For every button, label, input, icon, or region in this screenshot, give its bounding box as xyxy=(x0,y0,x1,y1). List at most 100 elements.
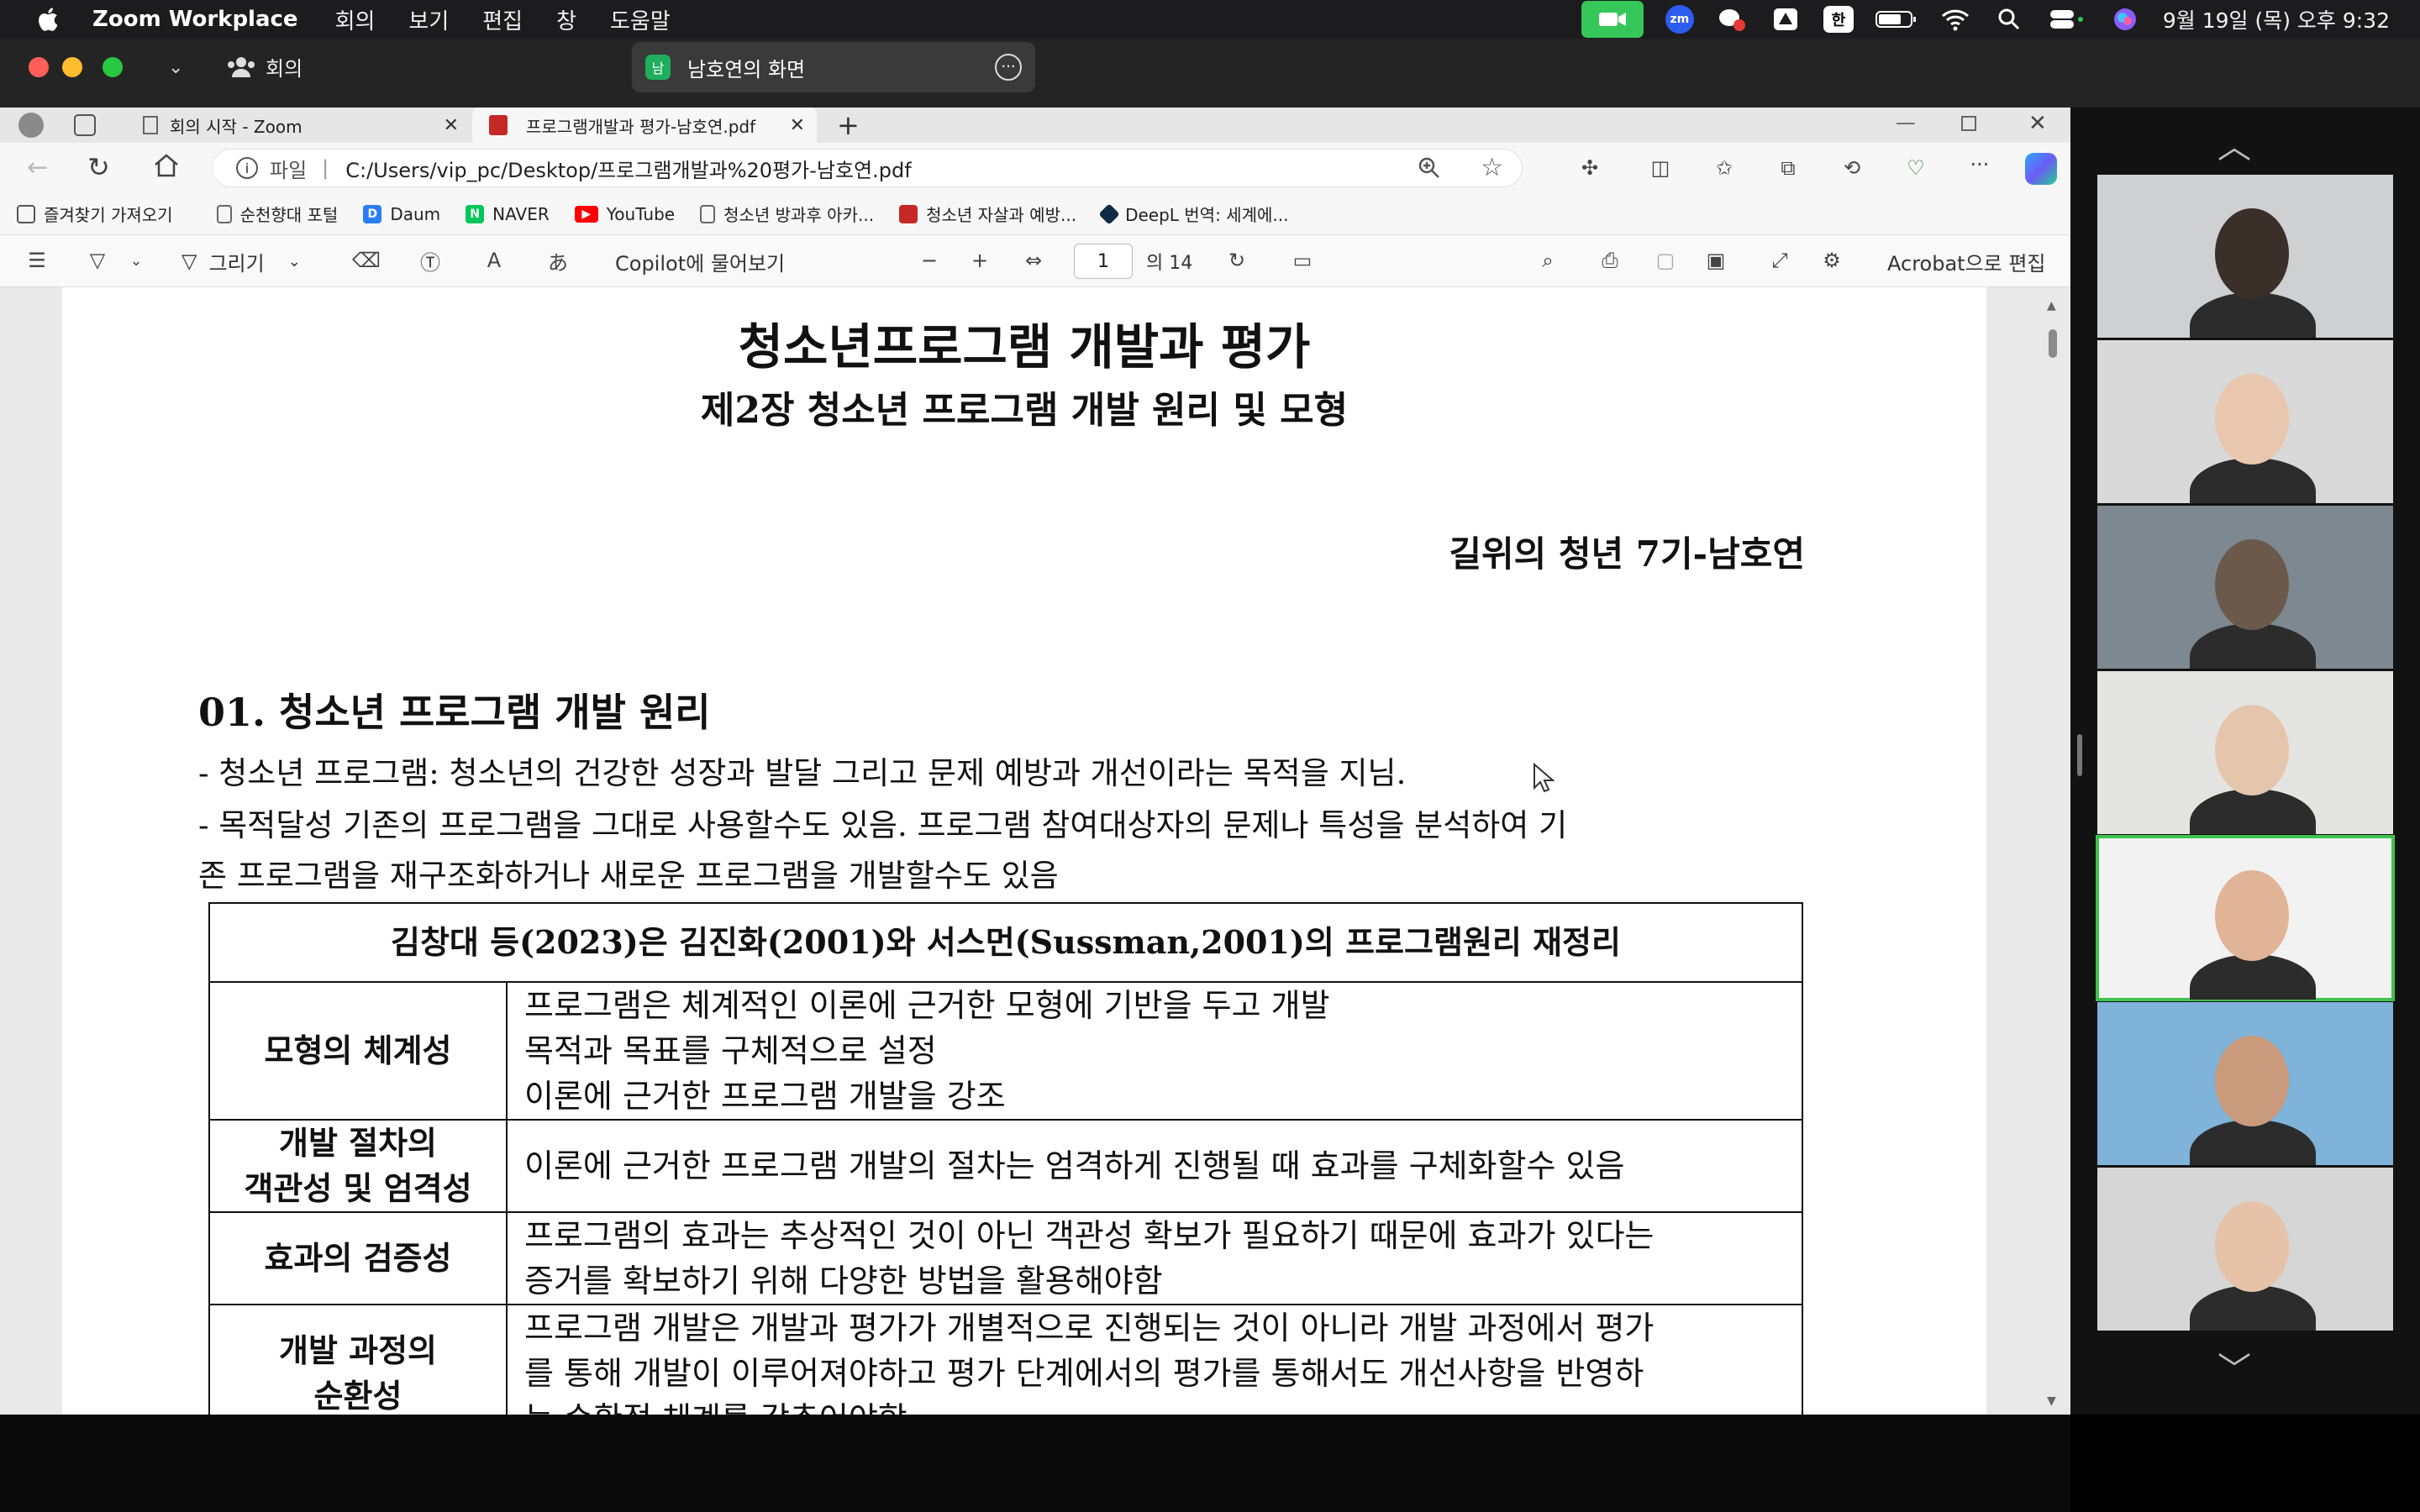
workspaces-icon[interactable] xyxy=(74,114,96,136)
participant-video-tile[interactable] xyxy=(2097,1168,2393,1331)
pdf-scrollbar[interactable]: ▲ ▼ xyxy=(2045,299,2060,1408)
zoom-video-status-icon[interactable] xyxy=(1581,1,1644,38)
battery-icon[interactable] xyxy=(1875,6,1918,33)
text-box-icon[interactable]: Ⓣ xyxy=(417,247,444,275)
rotate-icon[interactable]: ↻ xyxy=(1223,247,1250,274)
participant-video-tile[interactable] xyxy=(2097,175,2393,338)
chevron-down-icon[interactable]: ⌄ xyxy=(123,247,150,274)
window-close-button[interactable] xyxy=(29,57,49,77)
zoom-out-icon[interactable]: − xyxy=(916,247,943,274)
favorite-item[interactable]: 청소년 방과후 아카... xyxy=(700,202,874,226)
spotlight-search-icon[interactable] xyxy=(1993,6,2025,33)
participant-silhouette xyxy=(2190,789,2316,834)
control-center-icon[interactable] xyxy=(2047,6,2087,33)
collections-icon[interactable]: ⧉ xyxy=(1775,155,1802,181)
restore-icon[interactable] xyxy=(1961,116,1976,131)
page-number-input[interactable]: 1 xyxy=(1074,244,1133,279)
gear-icon[interactable]: ⚙ xyxy=(1818,247,1845,274)
wechat-icon[interactable] xyxy=(1716,6,1748,33)
menubar-clock[interactable]: 9월 19일 (목) 오후 9:32 xyxy=(2163,4,2390,34)
draw-button[interactable]: ▽ 그리기 ⌄ xyxy=(182,247,301,276)
settings-more-icon[interactable]: ··· xyxy=(1966,151,1993,178)
menu-help[interactable]: 도움말 xyxy=(610,4,671,35)
highlight-icon[interactable]: ▽ xyxy=(84,247,111,274)
history-icon[interactable]: ⟲ xyxy=(1839,155,1865,181)
copilot-icon[interactable] xyxy=(2025,153,2057,185)
favorite-star-icon[interactable]: ☆ xyxy=(1481,153,1503,182)
split-handle[interactable] xyxy=(2077,734,2082,776)
youtube-icon: ▶ xyxy=(574,205,598,223)
zoom-menu-icon[interactable]: zm xyxy=(1665,5,1694,34)
read-aloud-icon[interactable]: A xyxy=(481,247,508,274)
participant-video-tile[interactable] xyxy=(2097,671,2393,834)
siri-icon[interactable] xyxy=(2109,6,2141,33)
eraser-icon[interactable]: ⌫ xyxy=(352,247,381,274)
translate-icon[interactable]: あ xyxy=(544,247,571,275)
favorite-item[interactable]: 순천향대 포털 xyxy=(216,202,338,226)
menu-meeting[interactable]: 회의 xyxy=(335,4,376,35)
url-text[interactable]: C:/Users/vip_pc/Desktop/프로그램개발과%20평가-남호연… xyxy=(345,154,911,183)
participant-video-tile[interactable] xyxy=(2097,1002,2393,1165)
scroll-up-icon[interactable]: ▲ xyxy=(2047,299,2056,312)
window-zoom-button[interactable] xyxy=(103,57,123,77)
favorite-item[interactable]: 즐겨찾기 가져오기 xyxy=(17,202,173,226)
refresh-icon[interactable]: ↻ xyxy=(87,151,110,183)
window-minimize-button[interactable] xyxy=(62,57,82,77)
tab-zoom[interactable]: 회의 시작 - Zoom ✕ xyxy=(126,108,471,143)
menu-edit[interactable]: 편집 xyxy=(482,4,523,35)
chevron-down-icon[interactable]: ⌄ xyxy=(168,57,183,78)
drive-icon[interactable] xyxy=(1770,6,1802,33)
pdf-viewer[interactable]: 청소년프로그램 개발과 평가 제2장 청소년 프로그램 개발 원리 및 모형 길… xyxy=(0,287,2070,1415)
input-method-indicator[interactable]: 한 xyxy=(1823,6,1854,33)
split-screen-icon[interactable]: ◫ xyxy=(1647,155,1674,181)
page-view-icon[interactable]: ▭ xyxy=(1289,247,1316,274)
save-as-icon[interactable]: ▣ xyxy=(1702,247,1729,274)
acrobat-edit-button[interactable]: Acrobat으로 편집 xyxy=(1887,247,2046,276)
print-icon[interactable]: ⎙ xyxy=(1597,247,1623,274)
new-tab-icon[interactable]: + xyxy=(837,109,860,141)
apple-icon[interactable] xyxy=(34,4,64,34)
participant-video-tile[interactable] xyxy=(2096,835,2395,1001)
tab-close-icon[interactable]: ✕ xyxy=(444,115,459,136)
draw-label: 그리기 xyxy=(208,251,265,276)
home-icon[interactable] xyxy=(153,153,180,183)
wifi-icon[interactable] xyxy=(1939,6,1971,33)
favorite-item[interactable]: ▶ YouTube xyxy=(574,204,675,224)
tab-pdf[interactable]: 프로그램개발과 평가-남호연.pdf ✕ xyxy=(472,108,817,143)
scrollbar-thumb[interactable] xyxy=(2049,329,2057,358)
favorite-item[interactable]: N NAVER xyxy=(466,204,550,224)
favorite-item[interactable]: DeepL 번역: 세계에... xyxy=(1098,202,1288,226)
tab-close-icon[interactable]: ✕ xyxy=(790,115,805,136)
more-options-icon[interactable]: ··· xyxy=(995,54,1022,81)
participant-video-tile[interactable] xyxy=(2097,506,2393,669)
url-field[interactable]: i 파일 | C:/Users/vip_pc/Desktop/프로그램개발과%2… xyxy=(212,149,1523,187)
fullscreen-icon[interactable]: ⤢ xyxy=(1766,247,1793,274)
zoom-in-icon[interactable]: + xyxy=(966,247,993,274)
favorites-icon[interactable]: ✩ xyxy=(1711,155,1738,181)
meeting-info-button[interactable]: 회의 xyxy=(227,52,302,81)
fit-width-icon[interactable]: ⇔ xyxy=(1020,247,1047,274)
window-close-icon[interactable]: ✕ xyxy=(2028,111,2047,136)
info-icon[interactable]: i xyxy=(236,157,258,179)
minimize-icon[interactable]: — xyxy=(1896,111,1916,134)
browser-essentials-icon[interactable]: ♡ xyxy=(1902,155,1929,181)
gallery-up-icon[interactable]: ︿ xyxy=(2217,119,2251,168)
copilot-ask-button[interactable]: Copilot에 물어보기 xyxy=(615,247,785,276)
save-icon[interactable]: ▢ xyxy=(1652,247,1679,274)
document-author: 길위의 청년 7기-남호연 xyxy=(1449,533,1805,575)
scroll-down-icon[interactable]: ▼ xyxy=(2047,1394,2056,1408)
menu-view[interactable]: 보기 xyxy=(408,4,449,35)
participant-video-tile[interactable] xyxy=(2097,340,2393,503)
menu-window[interactable]: 창 xyxy=(556,4,576,35)
app-name[interactable]: Zoom Workplace xyxy=(92,7,298,32)
gallery-down-icon[interactable]: ﹀ xyxy=(2217,1342,2251,1391)
screen-share-indicator[interactable]: 남 남호연의 화면 ··· xyxy=(632,42,1035,92)
profile-avatar-icon[interactable] xyxy=(18,113,44,138)
extensions-icon[interactable]: ✣ xyxy=(1576,155,1603,181)
find-icon[interactable]: ⌕ xyxy=(1534,247,1561,274)
favorite-item[interactable]: 청소년 자살과 예방... xyxy=(899,202,1076,226)
back-icon[interactable]: ← xyxy=(27,153,48,182)
favorite-item[interactable]: D Daum xyxy=(363,204,440,224)
zoom-page-icon[interactable] xyxy=(1418,156,1441,185)
contents-list-icon[interactable]: ☰ xyxy=(24,247,50,274)
